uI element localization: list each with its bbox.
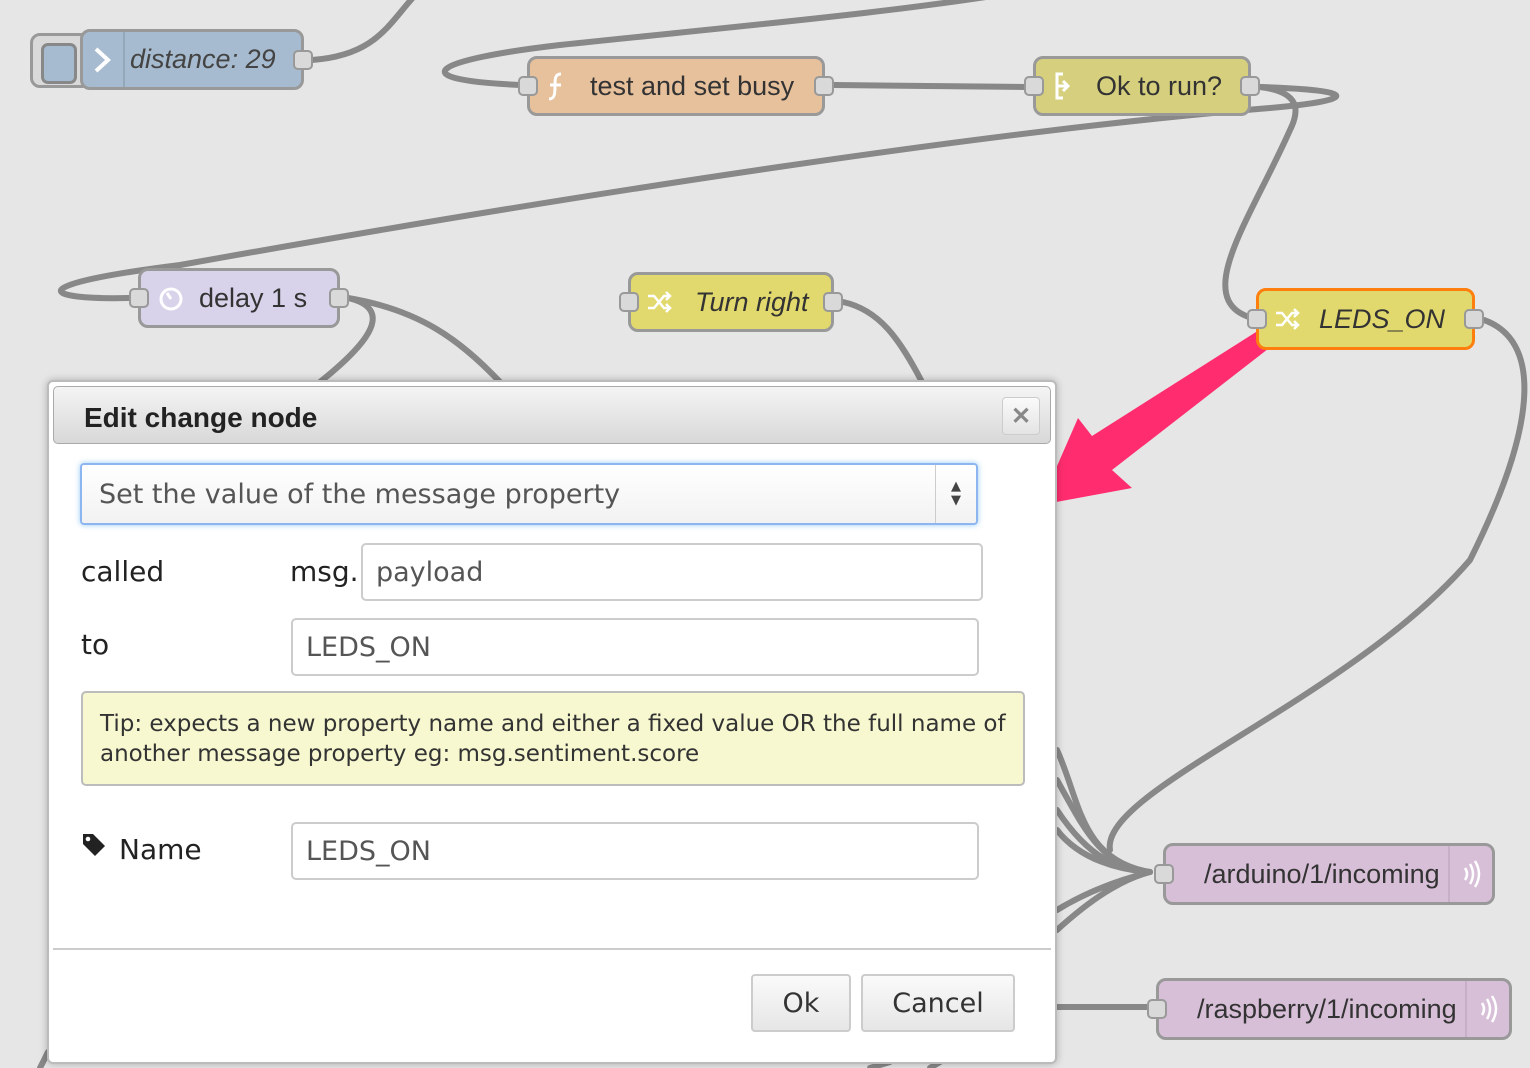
input-port[interactable] bbox=[1247, 309, 1267, 329]
node-mqtt-raspberry[interactable]: /raspberry/1/incoming bbox=[1147, 978, 1512, 1040]
node-label: distance: 29 bbox=[130, 44, 276, 74]
action-select-value: Set the value of the message property bbox=[99, 479, 621, 510]
node-distance[interactable]: distance: 29 bbox=[80, 29, 313, 90]
name-input[interactable]: LEDS_ON bbox=[291, 822, 979, 880]
annotation-arrow bbox=[1040, 318, 1295, 505]
input-port[interactable] bbox=[619, 292, 639, 312]
input-port[interactable] bbox=[129, 288, 149, 308]
wire bbox=[309, 0, 415, 63]
to-label: to bbox=[81, 628, 110, 661]
ok-button[interactable]: Ok bbox=[751, 974, 851, 1032]
dialog-divider bbox=[53, 948, 1051, 950]
mqtt-signal-icon bbox=[1448, 846, 1490, 902]
output-port[interactable] bbox=[1464, 309, 1484, 329]
node-label: delay 1 s bbox=[199, 282, 308, 313]
timer-icon bbox=[151, 271, 191, 325]
output-port[interactable] bbox=[823, 292, 843, 312]
action-select[interactable]: Set the value of the message property ▲ ▼ bbox=[80, 463, 978, 525]
mqtt-signal-icon bbox=[1465, 981, 1507, 1037]
wire bbox=[840, 299, 925, 385]
cancel-button[interactable]: Cancel bbox=[861, 974, 1015, 1032]
function-icon bbox=[536, 59, 576, 113]
node-turn-right[interactable]: Turn right bbox=[619, 272, 843, 332]
output-port[interactable] bbox=[1240, 76, 1260, 96]
node-test-and-set-busy[interactable]: test and set busy bbox=[518, 56, 834, 116]
output-port[interactable] bbox=[329, 288, 349, 308]
node-ok-to-run[interactable]: Ok to run? bbox=[1024, 56, 1260, 116]
node-label: /raspberry/1/incoming bbox=[1197, 993, 1457, 1024]
dialog-title: Edit change node bbox=[84, 402, 318, 433]
close-icon: ✕ bbox=[1010, 402, 1032, 430]
node-delay[interactable]: delay 1 s bbox=[129, 268, 349, 328]
to-value-input[interactable]: LEDS_ON bbox=[291, 618, 979, 676]
switch-icon bbox=[1042, 59, 1082, 113]
output-port[interactable] bbox=[814, 76, 834, 96]
property-input[interactable]: payload bbox=[361, 543, 983, 601]
node-label: /arduino/1/incoming bbox=[1204, 858, 1440, 889]
node-label: Turn right bbox=[695, 286, 809, 317]
close-button[interactable]: ✕ bbox=[1002, 397, 1040, 435]
node-mqtt-arduino[interactable]: /arduino/1/incoming bbox=[1154, 843, 1495, 905]
shuffle-icon bbox=[1267, 291, 1307, 347]
node-leds-on[interactable]: LEDS_ON bbox=[1247, 288, 1484, 350]
node-label: test and set busy bbox=[590, 70, 795, 101]
input-port[interactable] bbox=[1024, 76, 1044, 96]
shuffle-icon bbox=[639, 275, 679, 329]
input-port[interactable] bbox=[1147, 999, 1167, 1019]
input-port[interactable] bbox=[1154, 864, 1174, 884]
dialog-titlebar[interactable]: Edit change node ✕ bbox=[53, 386, 1051, 444]
tag-icon bbox=[81, 832, 107, 863]
wire bbox=[1222, 84, 1299, 321]
name-label: Name bbox=[119, 833, 202, 866]
wire bbox=[831, 82, 1029, 90]
output-port[interactable] bbox=[293, 49, 313, 70]
node-label: LEDS_ON bbox=[1319, 303, 1446, 334]
node-label: Ok to run? bbox=[1096, 70, 1223, 101]
msg-prefix: msg. bbox=[290, 555, 359, 588]
tip-box: Tip: expects a new property name and eit… bbox=[81, 691, 1025, 786]
wire bbox=[57, 84, 1340, 302]
edit-change-node-dialog: Edit change node ✕ Set the value of the … bbox=[47, 380, 1057, 1064]
inject-arrow-icon bbox=[83, 32, 125, 87]
called-label: called bbox=[81, 555, 165, 588]
select-arrows-icon: ▲ ▼ bbox=[935, 465, 976, 523]
input-port[interactable] bbox=[518, 76, 538, 96]
